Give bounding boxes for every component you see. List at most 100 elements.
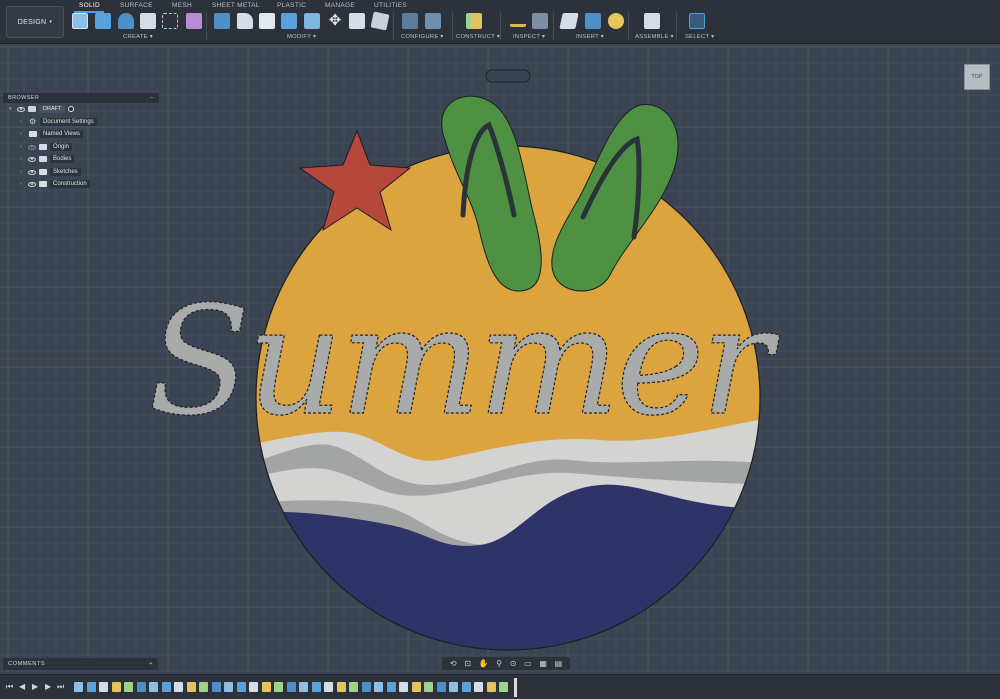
visibility-eye-icon[interactable] — [28, 181, 36, 187]
timeline-feature-icon[interactable] — [499, 682, 508, 692]
timeline-feature-icon[interactable] — [461, 682, 471, 692]
timeline-feature-icon[interactable] — [261, 682, 271, 692]
timeline-feature-icon[interactable] — [286, 682, 296, 692]
tab-utilities[interactable]: UTILITIES — [374, 2, 407, 9]
pan-icon[interactable]: ✋ — [479, 659, 489, 668]
chevron-right-icon[interactable]: › — [20, 119, 26, 125]
display-settings-icon[interactable]: ▭ — [524, 659, 532, 668]
timeline-feature-icon[interactable] — [436, 682, 446, 692]
timeline-feature-icon[interactable] — [274, 682, 283, 692]
timeline-feature-icon[interactable] — [249, 682, 258, 692]
zoom-icon[interactable]: ⚲ — [496, 659, 502, 668]
canvas-viewport[interactable]: Summer BROWSER – ▾ DRAFT › ⚙ Document Se… — [0, 45, 1000, 673]
step-back-icon[interactable]: ◀ — [19, 682, 25, 691]
revolve-icon[interactable] — [118, 13, 134, 29]
timeline-feature-icon[interactable] — [211, 682, 221, 692]
timeline-feature-icon[interactable] — [124, 682, 133, 692]
combine-icon[interactable] — [304, 13, 320, 29]
insert-derive-icon[interactable] — [559, 13, 579, 29]
tree-item-bodies[interactable]: › Bodies — [20, 154, 75, 164]
timeline-feature-icon[interactable] — [349, 682, 358, 692]
extrude-icon[interactable] — [95, 13, 111, 29]
select-menu[interactable]: SELECT ▾ — [685, 34, 714, 40]
modify-menu[interactable]: MODIFY ▾ — [287, 34, 316, 40]
chevron-right-icon[interactable]: › — [20, 156, 26, 162]
comments-panel[interactable]: COMMENTS + — [3, 658, 158, 670]
timeline-feature-icon[interactable] — [174, 682, 183, 692]
timeline-feature-icon[interactable] — [224, 682, 233, 692]
tree-item-construction[interactable]: › Construction — [20, 179, 90, 189]
delete-icon[interactable] — [370, 11, 390, 31]
insert-canvas-icon[interactable] — [585, 13, 601, 29]
timeline-feature-icon[interactable] — [474, 682, 483, 692]
measure-icon[interactable] — [510, 15, 526, 27]
select-cursor-icon[interactable] — [689, 13, 705, 29]
go-to-start-icon[interactable]: ⏮ — [6, 682, 13, 692]
orbit-icon[interactable]: ⟲ — [450, 659, 457, 668]
fillet-icon[interactable] — [237, 13, 253, 29]
collapse-icon[interactable]: – — [151, 95, 154, 101]
chevron-right-icon[interactable]: › — [20, 144, 26, 150]
new-component-icon[interactable] — [644, 13, 660, 29]
tab-mesh[interactable]: MESH — [172, 2, 192, 9]
timeline-feature-icon[interactable] — [199, 682, 208, 692]
timeline-feature-icon[interactable] — [399, 682, 408, 692]
tree-root[interactable]: ▾ DRAFT — [9, 104, 75, 114]
tab-solid[interactable]: SOLID — [79, 2, 100, 9]
form-icon[interactable] — [186, 13, 202, 29]
tab-manage[interactable]: MANAGE — [325, 2, 355, 9]
go-to-end-icon[interactable]: ⏭ — [57, 682, 64, 692]
parameters-icon[interactable] — [425, 13, 441, 29]
move-icon[interactable]: ✥ — [327, 13, 343, 29]
hole-icon[interactable] — [140, 13, 156, 29]
timeline-feature-icon[interactable] — [236, 682, 246, 692]
view-cube[interactable]: TOP — [964, 64, 990, 90]
visibility-eye-icon[interactable] — [28, 169, 36, 175]
tree-item-origin[interactable]: › Origin — [20, 142, 73, 152]
add-comment-button[interactable]: + — [149, 661, 153, 667]
press-pull-icon[interactable] — [214, 13, 230, 29]
grid-settings-icon[interactable]: ▦ — [539, 659, 547, 668]
look-at-icon[interactable]: ⊡ — [464, 659, 471, 668]
expand-icon[interactable]: ▾ — [9, 106, 15, 112]
timeline-feature-icon[interactable] — [486, 682, 496, 692]
timeline-feature-icon[interactable] — [161, 682, 171, 692]
pattern-icon[interactable] — [162, 13, 178, 29]
timeline-feature-icon[interactable] — [99, 682, 108, 692]
timeline-feature-icon[interactable] — [411, 682, 421, 692]
viewports-icon[interactable]: ▤ — [555, 659, 563, 668]
timeline-feature-icon[interactable] — [361, 682, 371, 692]
timeline-feature-icon[interactable] — [424, 682, 433, 692]
tree-item-named-views[interactable]: › Named Views — [20, 129, 83, 139]
timeline-feature-icon[interactable] — [311, 682, 321, 692]
section-analysis-icon[interactable] — [532, 13, 548, 29]
configure-menu[interactable]: CONFIGURE ▾ — [401, 34, 444, 40]
chamfer-icon[interactable] — [259, 13, 275, 29]
timeline-feature-icon[interactable] — [136, 682, 146, 692]
timeline-marker[interactable] — [514, 678, 517, 697]
timeline-feature-icon[interactable] — [186, 682, 196, 692]
step-forward-icon[interactable]: ▶ — [45, 682, 51, 691]
insert-menu[interactable]: INSERT ▾ — [576, 34, 604, 40]
shell-icon[interactable] — [281, 13, 297, 29]
active-radio-icon[interactable] — [68, 106, 75, 112]
timeline-feature-icon[interactable] — [336, 682, 346, 692]
align-icon[interactable] — [349, 13, 365, 29]
offset-plane-icon[interactable] — [466, 13, 482, 29]
configure-icon[interactable] — [402, 13, 418, 29]
chevron-right-icon[interactable]: › — [20, 169, 26, 175]
timeline-feature-icon[interactable] — [324, 682, 333, 692]
fit-icon[interactable]: ⊙ — [510, 659, 517, 668]
chevron-right-icon[interactable]: › — [20, 181, 26, 187]
workspace-switcher[interactable]: DESIGN ▾ — [6, 6, 64, 38]
tab-sheet-metal[interactable]: SHEET METAL — [212, 2, 260, 9]
assemble-menu[interactable]: ASSEMBLE ▾ — [635, 34, 674, 40]
timeline-feature-icon[interactable] — [86, 682, 96, 692]
tree-item-sketches[interactable]: › Sketches — [20, 167, 81, 177]
tab-plastic[interactable]: PLASTIC — [277, 2, 306, 9]
browser-header[interactable]: BROWSER – — [3, 93, 159, 103]
tree-item-document-settings[interactable]: › ⚙ Document Settings — [20, 117, 97, 127]
chevron-right-icon[interactable]: › — [20, 131, 26, 137]
create-menu[interactable]: CREATE ▾ — [123, 34, 153, 40]
inspect-menu[interactable]: INSPECT ▾ — [513, 34, 545, 40]
